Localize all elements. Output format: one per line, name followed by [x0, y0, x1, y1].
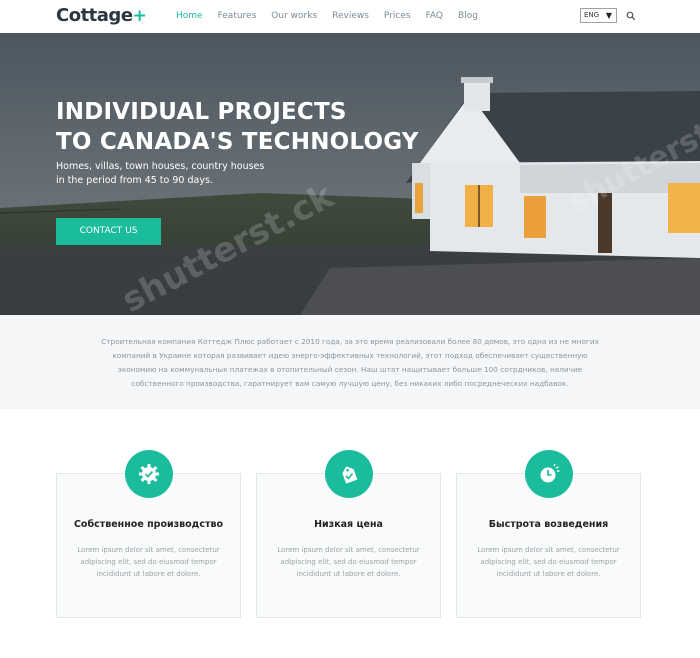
- contact-us-button[interactable]: CONTACT US: [56, 218, 161, 245]
- about-section: Строительная компания Коттедж Плюс работ…: [0, 315, 700, 409]
- hero-subtitle-line1: Homes, villas, town houses, country hous…: [56, 161, 265, 172]
- hero-banner: shutterst.ck shutterst INDIVIDUAL PROJEC…: [0, 33, 700, 315]
- language-select[interactable]: ENG ▼: [580, 8, 617, 23]
- language-value: ENG: [584, 11, 600, 19]
- hero-title-line2: TO CANADA'S TECHNOLOGY: [56, 129, 419, 155]
- feature-text: Lorem ipsum dolor sit amet, consectetur …: [77, 546, 220, 578]
- gear-check-icon: [125, 450, 173, 498]
- feature-title: Собственное производство: [73, 519, 224, 530]
- about-text: Строительная компания Коттедж Плюс работ…: [101, 337, 599, 388]
- nav-our-works[interactable]: Our works: [271, 11, 317, 21]
- nav-faq[interactable]: FAQ: [426, 11, 443, 21]
- nav-reviews[interactable]: Reviews: [332, 11, 369, 21]
- feature-title: Быстрота возведения: [488, 519, 609, 530]
- feature-text: Lorem ipsum dolor sit amet, consectetur …: [477, 546, 620, 578]
- top-header: Cottage+ Home Features Our works Reviews…: [0, 0, 700, 33]
- main-nav: Home Features Our works Reviews Prices F…: [176, 11, 493, 21]
- nav-blog[interactable]: Blog: [458, 11, 478, 21]
- hero-subtitle-line2: in the period from 45 to 90 days.: [56, 175, 213, 186]
- hero-title-line1: INDIVIDUAL PROJECTS: [56, 99, 347, 125]
- nav-features[interactable]: Features: [218, 11, 257, 21]
- caret-down-icon: ▼: [605, 11, 612, 20]
- hero-title: INDIVIDUAL PROJECTS TO CANADA'S TECHNOLO…: [56, 97, 419, 157]
- nav-prices[interactable]: Prices: [384, 11, 411, 21]
- feature-title: Низкая цена: [314, 519, 383, 530]
- feature-text: Lorem ipsum dolor sit amet, consectetur …: [277, 546, 420, 578]
- search-icon[interactable]: [626, 11, 636, 21]
- hero-subtitle: Homes, villas, town houses, country hous…: [56, 160, 264, 188]
- clock-icon: [525, 450, 573, 498]
- logo-plus: +: [132, 6, 147, 26]
- price-tag-icon: [325, 450, 373, 498]
- nav-home[interactable]: Home: [176, 11, 203, 21]
- logo-text: Cottage: [56, 5, 133, 26]
- logo[interactable]: Cottage+: [56, 5, 147, 26]
